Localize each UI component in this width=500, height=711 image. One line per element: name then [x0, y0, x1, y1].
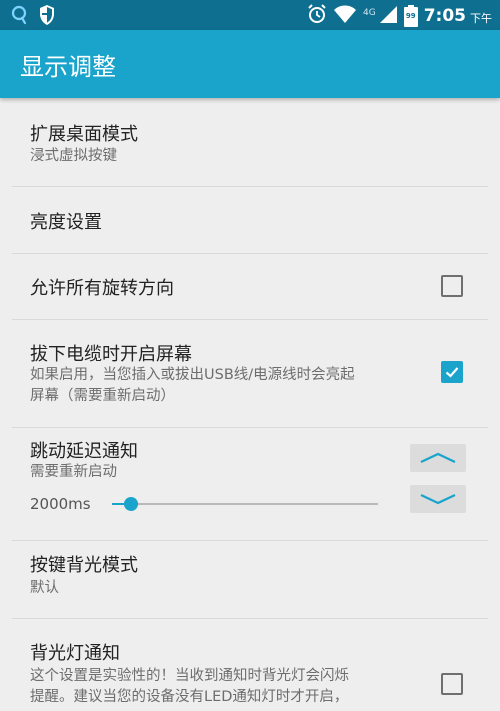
network-type-label: 4G [363, 8, 376, 18]
setting-backlight-notify[interactable]: 背光灯通知 这个设置是实验性的！当收到通知时背光灯会闪烁 提醒。建议当您的设备没… [0, 619, 500, 711]
setting-title: 跳动延迟通知 [30, 441, 138, 462]
setting-title: 允许所有旋转方向 [30, 278, 174, 299]
setting-summary: 默认 [30, 580, 59, 596]
increase-button[interactable] [410, 444, 466, 472]
check-icon [445, 367, 459, 378]
decrease-button[interactable] [410, 485, 466, 513]
setting-title: 拔下电缆时开启屏幕 [30, 344, 192, 365]
setting-summary-line1: 这个设置是实验性的！当收到通知时背光灯会闪烁 [30, 668, 349, 684]
backlight-notify-checkbox[interactable] [441, 673, 463, 695]
setting-title: 背光灯通知 [30, 643, 120, 664]
setting-bounce-delay: 跳动延迟通知 需要重新启动 2000ms [0, 428, 500, 540]
status-bar: 4G 99 7:05 下午 [0, 0, 500, 30]
signal-icon [378, 4, 398, 28]
status-bar-left [10, 4, 56, 30]
status-bar-right: 4G 99 7:05 下午 [307, 3, 492, 29]
chevron-up-icon [420, 452, 456, 463]
setting-title: 扩展桌面模式 [30, 124, 138, 145]
setting-title: 亮度设置 [30, 212, 102, 233]
battery-icon: 99 [403, 5, 418, 27]
app-bar: 显示调整 [0, 30, 500, 98]
wifi-icon [333, 4, 357, 28]
status-time: 7:05 [423, 6, 466, 26]
app-notification-icon [10, 4, 28, 30]
setting-rotation[interactable]: 允许所有旋转方向 [0, 254, 500, 319]
status-ampm: 下午 [470, 12, 492, 25]
setting-summary: 浸式虚拟按键 [30, 148, 117, 164]
slider-track[interactable] [112, 503, 378, 505]
setting-summary-line2: 提醒。建议当您的设备没有LED通知灯时才开启， [30, 689, 349, 705]
chevron-down-icon [420, 494, 456, 505]
setting-summary-line1: 如果启用，当您插入或拔出USB线/电源线时会亮起 [30, 367, 355, 383]
setting-title: 按键背光模式 [30, 555, 138, 576]
setting-summary: 需要重新启动 [30, 464, 117, 480]
slider-thumb[interactable] [123, 497, 138, 511]
setting-unplug-wake[interactable]: 拔下电缆时开启屏幕 如果启用，当您插入或拔出USB线/电源线时会亮起 屏幕（需要… [0, 320, 500, 427]
page-title: 显示调整 [20, 53, 116, 81]
setting-summary-line2: 屏幕（需要重新启动） [30, 388, 175, 404]
unplug-wake-checkbox[interactable] [441, 361, 463, 383]
shield-icon [38, 4, 56, 30]
battery-level-text: 99 [405, 12, 416, 20]
setting-brightness[interactable]: 亮度设置 [0, 187, 500, 253]
alarm-icon [307, 3, 327, 29]
setting-expanded-desktop[interactable]: 扩展桌面模式 浸式虚拟按键 [0, 98, 500, 186]
slider-value: 2000ms [30, 495, 91, 513]
rotation-checkbox[interactable] [441, 275, 463, 297]
setting-key-backlight[interactable]: 按键背光模式 默认 [0, 541, 500, 618]
